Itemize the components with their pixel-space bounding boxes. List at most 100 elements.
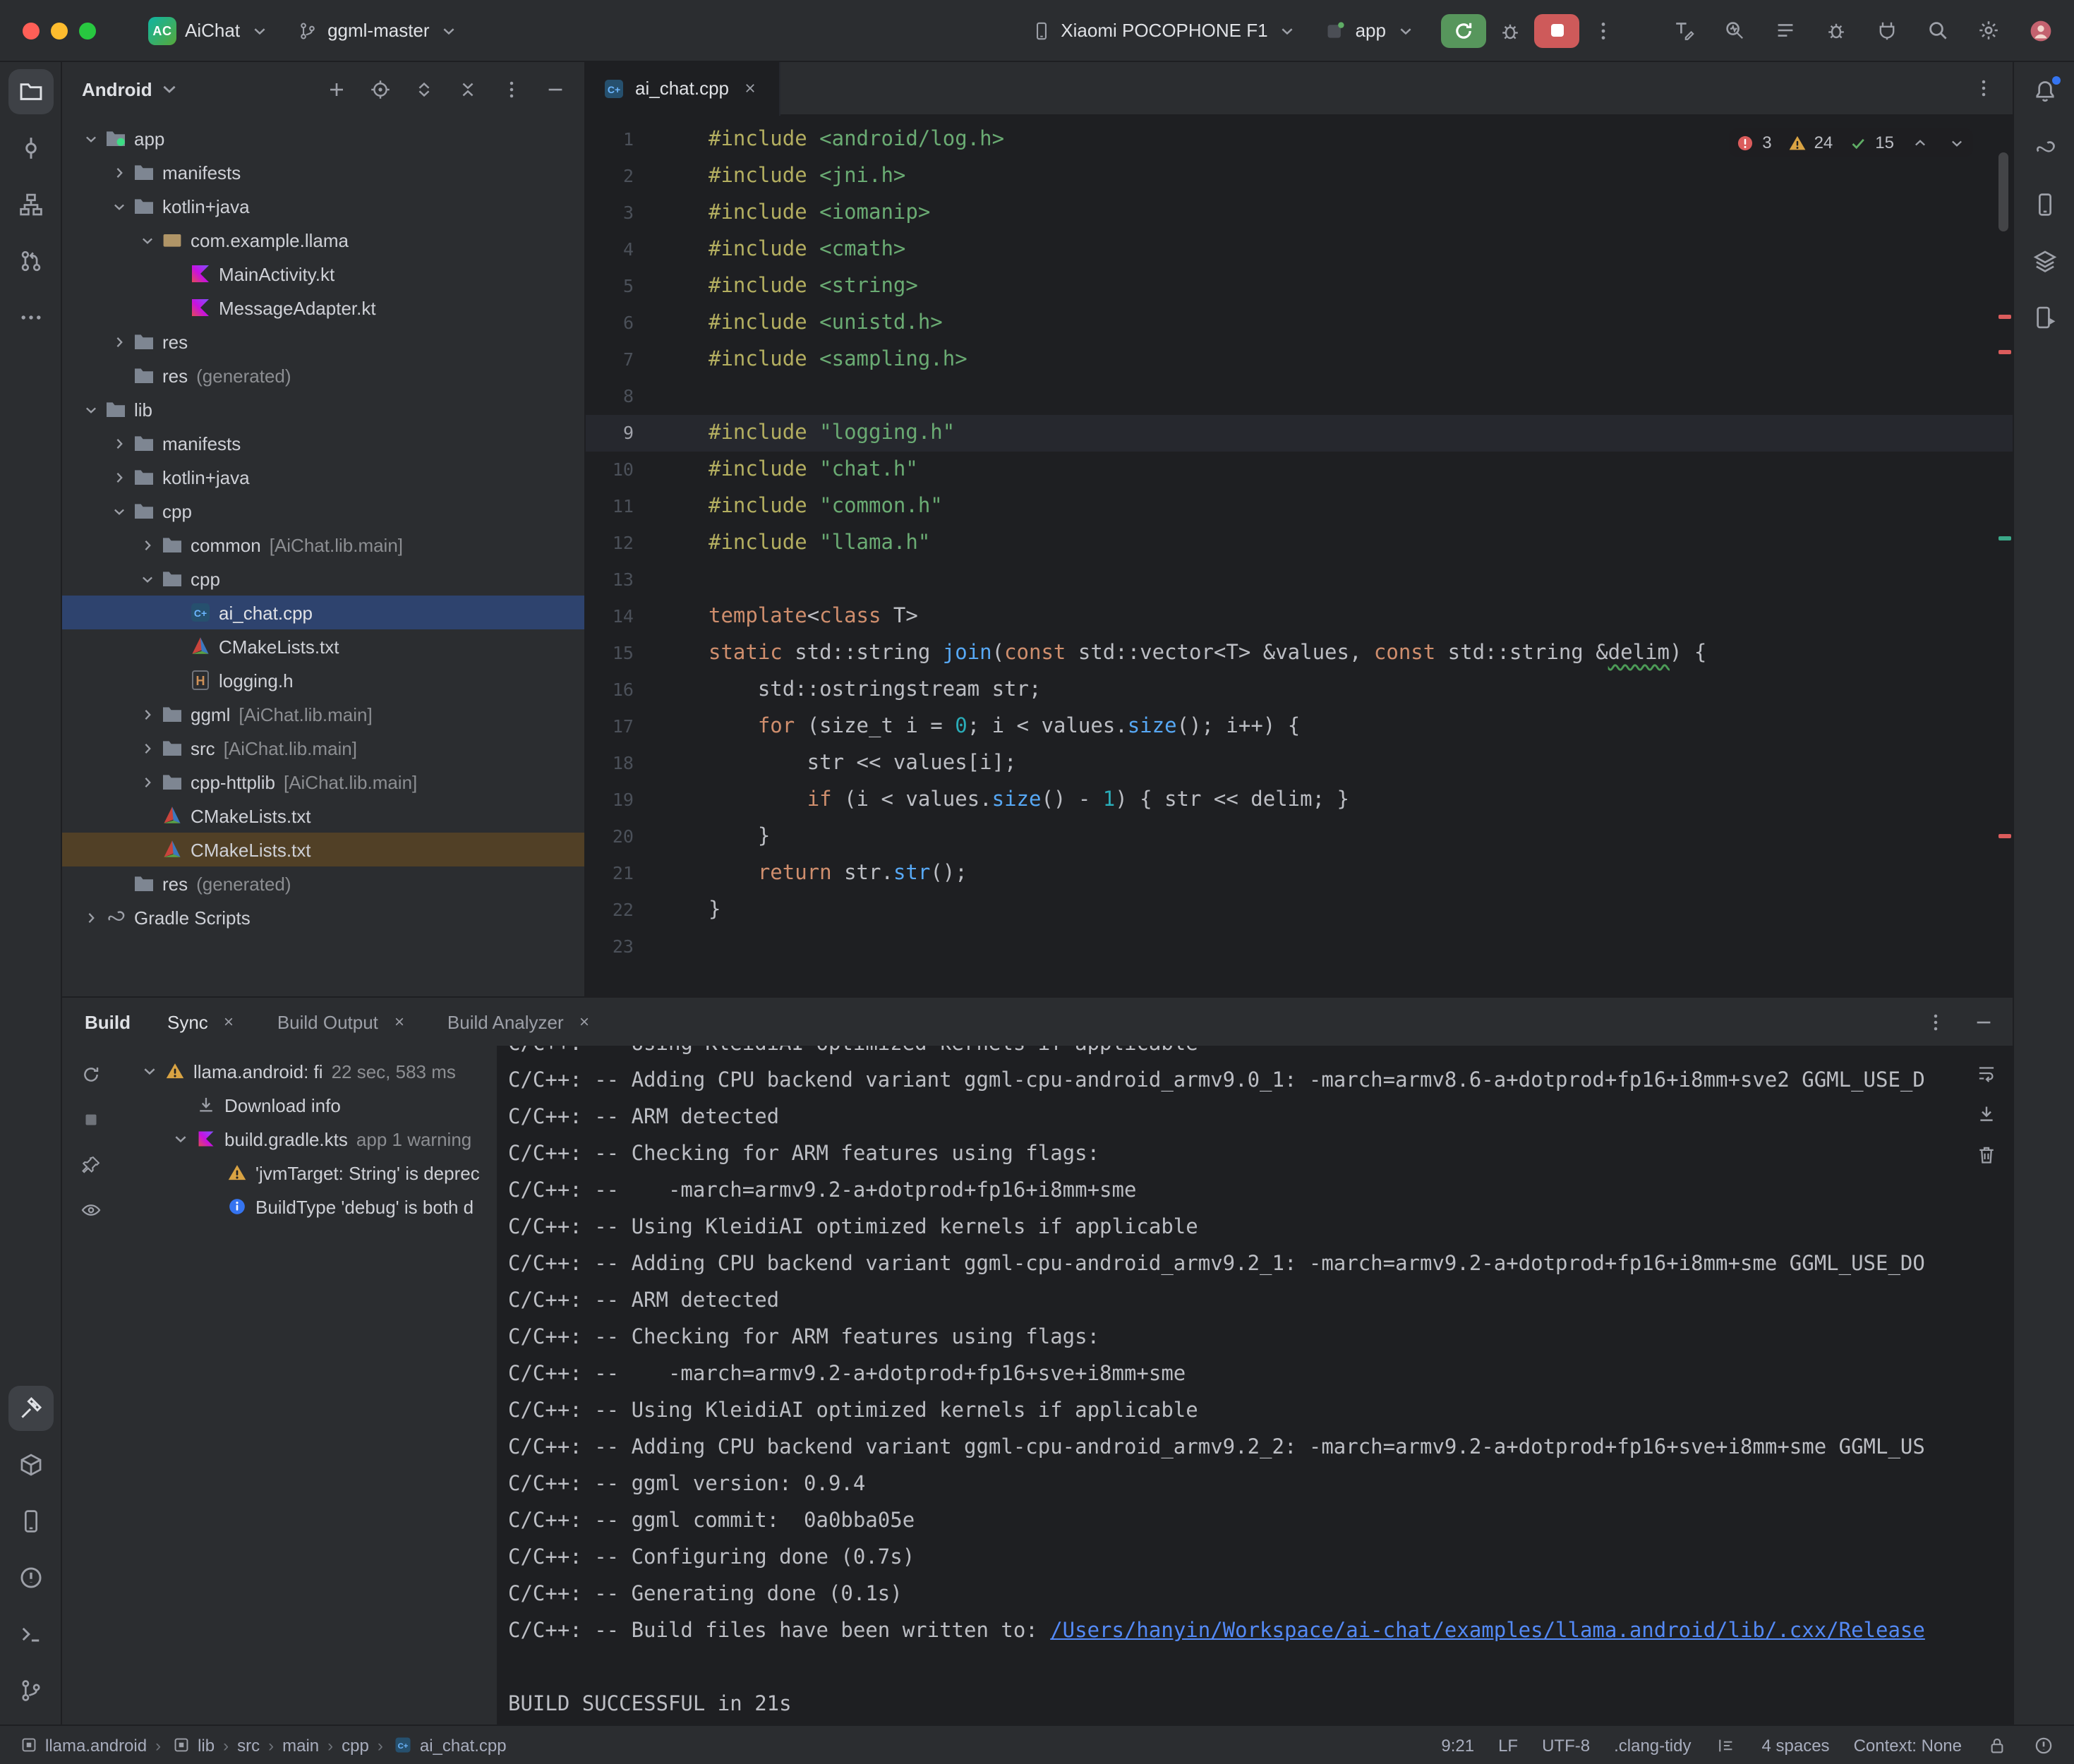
view-options-button[interactable] [75,1194,106,1225]
code-line-4[interactable]: 4#include <cmath> [586,231,2013,268]
code-search-button[interactable] [1715,12,1753,49]
build-node-download-info[interactable]: Download info [119,1088,497,1122]
tree-item-logging-h[interactable]: Hlogging.h [62,663,584,697]
error-stripe-mark[interactable] [1998,350,2011,354]
tree-item-src[interactable]: src[AiChat.lib.main] [62,731,584,765]
code-line-13[interactable]: 13 [586,562,2013,598]
layout-inspector-tool-button[interactable] [2022,238,2067,284]
running-devices-tool-button[interactable] [2022,295,2067,340]
code-line-22[interactable]: 22} [586,892,2013,929]
error-stripe-mark[interactable] [1998,834,2011,838]
console-link[interactable]: /Users/hanyin/Workspace/ai-chat/examples… [1050,1620,1925,1643]
tree-item-gradle-scripts[interactable]: Gradle Scripts [62,900,584,934]
more-run-actions-button[interactable] [1585,13,1622,47]
bug-button[interactable] [1816,12,1855,49]
clang-tidy[interactable]: .clang-tidy [1614,1735,1691,1755]
close-icon[interactable] [218,1010,241,1033]
run-config-selector[interactable]: app [1315,15,1427,46]
code-line-14[interactable]: 14template<class T> [586,598,2013,635]
breadcrumb-main[interactable]: main [282,1735,319,1755]
pull-requests-tool-button[interactable] [8,238,53,284]
breadcrumb-cpp[interactable]: cpp [342,1735,369,1755]
project-tool-button[interactable] [8,69,53,114]
clear-all-button[interactable] [1970,1139,2001,1170]
locate-file-button[interactable] [364,73,395,104]
tree-item-kotlin-java[interactable]: kotlin+java [62,189,584,223]
run-button[interactable] [1441,13,1486,47]
code-line-9[interactable]: 9#include "logging.h" [586,415,2013,452]
tree-item-cpp[interactable]: cpp [62,562,584,596]
code-line-23[interactable]: 23 [586,929,2013,965]
tree-item-cmakelists-txt[interactable]: CMakeLists.txt [62,799,584,833]
gradle-tool-button[interactable] [2022,126,2067,171]
line-separator[interactable]: LF [1498,1735,1518,1755]
code-line-5[interactable]: 5#include <string> [586,268,2013,305]
code-line-20[interactable]: 20 } [586,818,2013,855]
tree-item-mainactivity-kt[interactable]: MainActivity.kt [62,257,584,291]
build-tab-build-analyzer[interactable]: Build Analyzer [447,998,596,1046]
editor-tab-ai-chat-cpp[interactable]: C+ ai_chat.cpp [586,61,780,115]
commit-tool-button[interactable] [8,126,53,171]
code-line-2[interactable]: 2#include <jni.h> [586,158,2013,195]
tree-item-cpp-httplib[interactable]: cpp-httplib[AiChat.lib.main] [62,765,584,799]
code-line-17[interactable]: 17 for (size_t i = 0; i < values.size();… [586,708,2013,745]
breadcrumb-src[interactable]: src [237,1735,260,1755]
gear-button[interactable] [1969,12,2007,49]
breadcrumb-ai-chat-cpp[interactable]: C+ai_chat.cpp [392,1734,507,1756]
build-tab-build-output[interactable]: Build Output [277,998,411,1046]
terminal-tool-button[interactable] [8,1612,53,1657]
code-line-19[interactable]: 19 if (i < values.size() - 1) { str << d… [586,782,2013,818]
build-tool-button[interactable] [8,1386,53,1431]
build-node-llama-android-fi[interactable]: llama.android: fi22 sec, 583 ms [119,1054,497,1088]
device-selector[interactable]: Xiaomi POCOPHONE F1 [1020,15,1308,46]
tree-item-cmakelists-txt[interactable]: CMakeLists.txt [62,629,584,663]
project-selector[interactable]: AC AiChat [138,12,281,49]
file-encoding[interactable]: UTF-8 [1542,1735,1590,1755]
typos-count[interactable]: 15 [1847,131,1894,154]
code-line-8[interactable]: 8 [586,378,2013,415]
code-line-3[interactable]: 3#include <iomanip> [586,195,2013,231]
tree-item-res[interactable]: res(generated) [62,358,584,392]
chevron-down-icon[interactable] [158,78,181,100]
add-button[interactable] [320,73,351,104]
stop-sync-button[interactable] [75,1104,106,1135]
code-line-21[interactable]: 21 return str.str(); [586,855,2013,892]
device-explorer-tool-button[interactable] [8,1499,53,1544]
code-line-12[interactable]: 12#include "llama.h" [586,525,2013,562]
minimize-window-button[interactable] [51,22,68,39]
search-button[interactable] [1918,12,1956,49]
text-edit-button[interactable] [1664,12,1702,49]
tree-item-cpp[interactable]: cpp [62,494,584,528]
user-avatar[interactable] [2024,13,2058,47]
tree-item-res[interactable]: res [62,325,584,358]
close-icon[interactable] [388,1010,411,1033]
pin-tab-button[interactable] [75,1149,106,1180]
close-window-button[interactable] [23,22,40,39]
problems-tool-button[interactable] [8,1555,53,1600]
error-stripe-mark[interactable] [1998,315,2011,319]
build-node-jvmtarget-string-is-deprec[interactable]: 'jvmTarget: String' is deprec [119,1156,497,1190]
resolve-context[interactable]: Context: None [1854,1735,1962,1755]
build-options-button[interactable] [1919,1006,1951,1037]
build-node-build-gradle-kts[interactable]: build.gradle.ktsapp 1 warning [119,1122,497,1156]
caret-position[interactable]: 9:21 [1441,1735,1474,1755]
structure-tool-button[interactable] [8,182,53,227]
rerun-sync-button[interactable] [75,1058,106,1089]
collapse-all-button[interactable] [452,73,483,104]
tree-item-ggml[interactable]: ggml[AiChat.lib.main] [62,697,584,731]
scroll-to-end-button[interactable] [1970,1098,2001,1129]
tree-item-common[interactable]: common[AiChat.lib.main] [62,528,584,562]
hide-build-panel-button[interactable] [1967,1006,1998,1037]
zoom-window-button[interactable] [79,22,96,39]
notifications-tool-button[interactable] [2022,69,2067,114]
plugin-button[interactable] [1867,12,1905,49]
tree-item-messageadapter-kt[interactable]: MessageAdapter.kt [62,291,584,325]
device-manager-tool-button[interactable] [2022,182,2067,227]
close-icon[interactable] [574,1010,596,1033]
tree-item-com-example-llama[interactable]: com.example.llama [62,223,584,257]
code-line-18[interactable]: 18 str << values[i]; [586,745,2013,782]
dependencies-tool-button[interactable] [8,1442,53,1487]
code-line-7[interactable]: 7#include <sampling.h> [586,342,2013,378]
tree-item-app[interactable]: app [62,121,584,155]
inspections-status[interactable] [2032,1734,2055,1756]
